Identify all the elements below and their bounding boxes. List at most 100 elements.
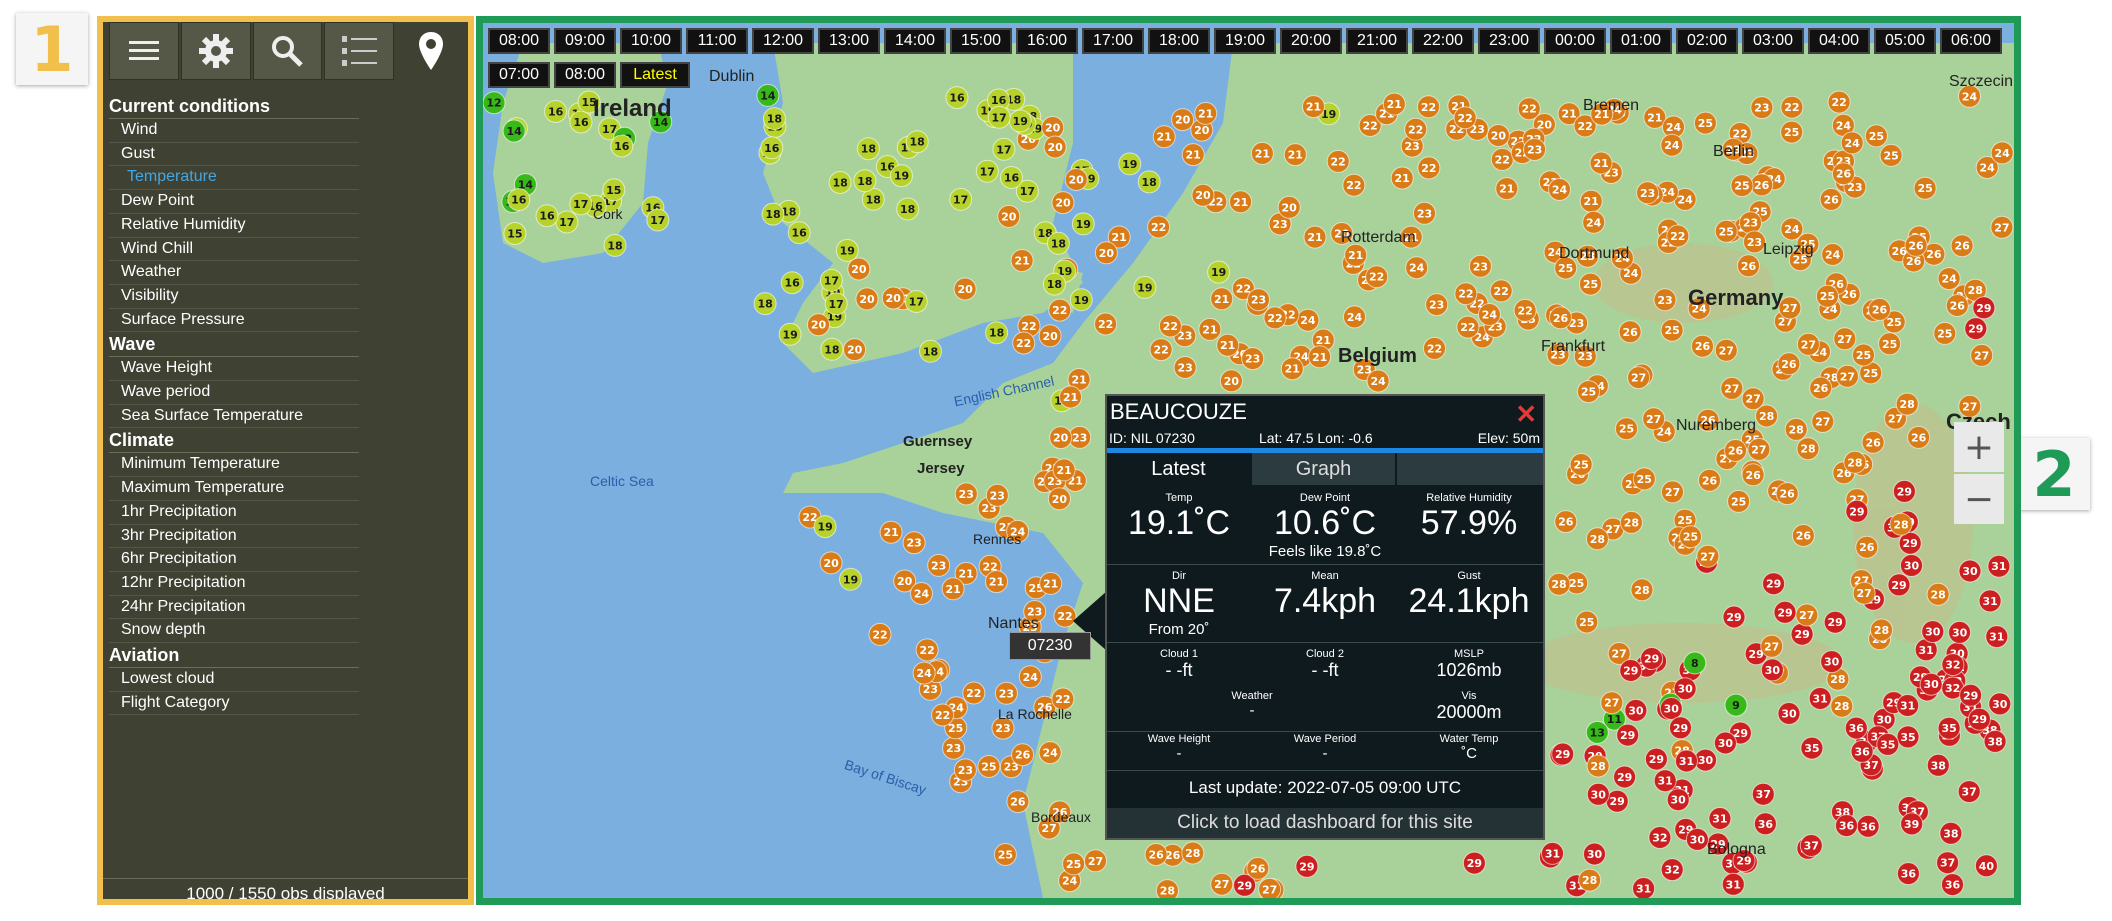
menu-item[interactable]: Visibility (109, 285, 359, 309)
menu-item[interactable]: Temperature (109, 166, 359, 191)
time-button[interactable]: 09:00 (554, 28, 616, 54)
time-button[interactable]: 22:00 (1412, 28, 1474, 54)
station-marker-label: 26 (1728, 445, 1744, 458)
menu-item[interactable]: Weather (109, 261, 359, 285)
station-marker-label: 25 (1887, 316, 1902, 329)
station-marker-label: 22 (1784, 101, 1799, 114)
latest-time-button[interactable]: Latest (620, 62, 690, 88)
search-button[interactable] (252, 22, 323, 80)
time-button[interactable]: 16:00 (1016, 28, 1078, 54)
menu-item[interactable]: Gust (109, 143, 359, 167)
station-marker-label: 23 (1640, 187, 1655, 200)
station-marker-label: 29 (1849, 505, 1864, 518)
station-marker-label: 25 (1731, 495, 1746, 508)
time-button[interactable]: 13:00 (818, 28, 880, 54)
station-marker-label: 19 (840, 244, 855, 257)
menu-item[interactable]: Snow depth (109, 619, 359, 644)
menu-item[interactable]: 12hr Precipitation (109, 572, 359, 596)
time-button[interactable]: 08:00 (488, 28, 550, 54)
station-marker-label: 29 (1644, 653, 1659, 666)
station-marker-label: 31 (1813, 693, 1828, 706)
tab-latest[interactable]: Latest (1107, 453, 1252, 485)
menu-item[interactable]: Wave Height (109, 357, 359, 382)
station-marker-label: 28 (1900, 398, 1915, 411)
menu-item[interactable]: Lowest cloud (109, 668, 359, 692)
time-button[interactable]: 04:00 (1808, 28, 1870, 54)
time-button[interactable]: 01:00 (1610, 28, 1672, 54)
station-marker-label: 30 (1952, 626, 1968, 639)
zoom-in-button[interactable]: + (1954, 422, 2004, 472)
station-marker-label: 26 (1872, 303, 1888, 316)
list-button[interactable] (324, 22, 395, 80)
menu-item[interactable]: 3hr Precipitation (109, 525, 359, 549)
menu-item[interactable]: Wind Chill (109, 238, 359, 262)
menu-item[interactable]: Flight Category (109, 692, 359, 716)
menu-item[interactable]: Wave period (109, 381, 359, 405)
time-button[interactable]: 10:00 (620, 28, 682, 54)
menu-item[interactable]: 24hr Precipitation (109, 596, 359, 620)
menu-item[interactable]: Maximum Temperature (109, 477, 359, 501)
menu-button[interactable] (109, 22, 179, 80)
wave-period-label: Wave Period (1293, 733, 1357, 745)
time-button[interactable]: 18:00 (1148, 28, 1210, 54)
station-marker-label: 28 (1789, 423, 1804, 436)
time-button[interactable]: 03:00 (1742, 28, 1804, 54)
menu-item[interactable]: Dew Point (109, 190, 359, 214)
location-button[interactable] (396, 22, 466, 80)
time-button[interactable]: 20:00 (1280, 28, 1342, 54)
time-button[interactable]: 23:00 (1478, 28, 1540, 54)
tab-empty (1397, 453, 1543, 485)
zoom-out-button[interactable]: − (1954, 474, 2004, 524)
menu-item[interactable]: 6hr Precipitation (109, 548, 359, 572)
time-button[interactable]: 14:00 (884, 28, 946, 54)
place-label: Nuremberg (1676, 417, 1757, 434)
station-marker-label: 26 (1745, 469, 1761, 482)
menu-item[interactable]: Sea Surface Temperature (109, 405, 359, 429)
station-marker-label: 19 (782, 328, 797, 341)
time-button[interactable]: 00:00 (1544, 28, 1606, 54)
wave-height-value: - (1176, 745, 1182, 762)
time-button[interactable]: 12:00 (752, 28, 814, 54)
time-button[interactable]: 15:00 (950, 28, 1012, 54)
station-marker-label: 28 (1800, 443, 1815, 456)
station-marker-label: 22 (935, 709, 950, 722)
station-marker-label: 29 (1610, 795, 1625, 808)
station-marker-label: 30 (1677, 683, 1693, 696)
place-label: Frankfurt (1541, 338, 1606, 355)
station-marker-label: 31 (1636, 883, 1651, 896)
time-button[interactable]: 08:00 (554, 62, 616, 88)
station-tag[interactable]: 07230 (1009, 632, 1091, 660)
menu-item[interactable]: Relative Humidity (109, 214, 359, 238)
station-marker-label: 27 (1801, 338, 1816, 351)
water-temp-value: ˚C (1461, 745, 1477, 762)
map-view[interactable]: 2431292321312427232724352326182923262725… (476, 16, 2021, 905)
station-marker-label: 29 (1673, 722, 1688, 735)
station-marker-label: 14 (506, 125, 522, 138)
cloud2-value: - -ft (1311, 660, 1339, 680)
station-marker-label: 23 (959, 488, 974, 501)
station-marker-label: 22 (1460, 321, 1475, 334)
menu-item[interactable]: Wind (109, 119, 359, 143)
time-button[interactable]: 02:00 (1676, 28, 1738, 54)
station-marker-label: 17 (996, 143, 1011, 156)
time-button[interactable]: 05:00 (1874, 28, 1936, 54)
station-marker-label: 37 (1756, 788, 1771, 801)
station-marker-label: 24 (1666, 121, 1682, 134)
close-button[interactable]: ✕ (1515, 399, 1537, 430)
time-button[interactable]: 17:00 (1082, 28, 1144, 54)
menu-item[interactable]: 1hr Precipitation (109, 501, 359, 525)
cloud1-label: Cloud 1 (1160, 648, 1198, 660)
station-marker-label: 19 (1211, 266, 1226, 279)
time-button[interactable]: 11:00 (686, 28, 748, 54)
time-button[interactable]: 21:00 (1346, 28, 1408, 54)
place-label: Cork (593, 206, 623, 222)
settings-button[interactable] (180, 22, 251, 80)
time-button[interactable]: 07:00 (488, 62, 550, 88)
menu-item[interactable]: Surface Pressure (109, 309, 359, 333)
time-button[interactable]: 06:00 (1940, 28, 2002, 54)
time-button[interactable]: 19:00 (1214, 28, 1276, 54)
tab-graph[interactable]: Graph (1252, 453, 1397, 485)
station-marker-label: 25 (1574, 459, 1589, 472)
load-dashboard-button[interactable]: Click to load dashboard for this site (1107, 808, 1543, 838)
menu-item[interactable]: Minimum Temperature (109, 453, 359, 478)
